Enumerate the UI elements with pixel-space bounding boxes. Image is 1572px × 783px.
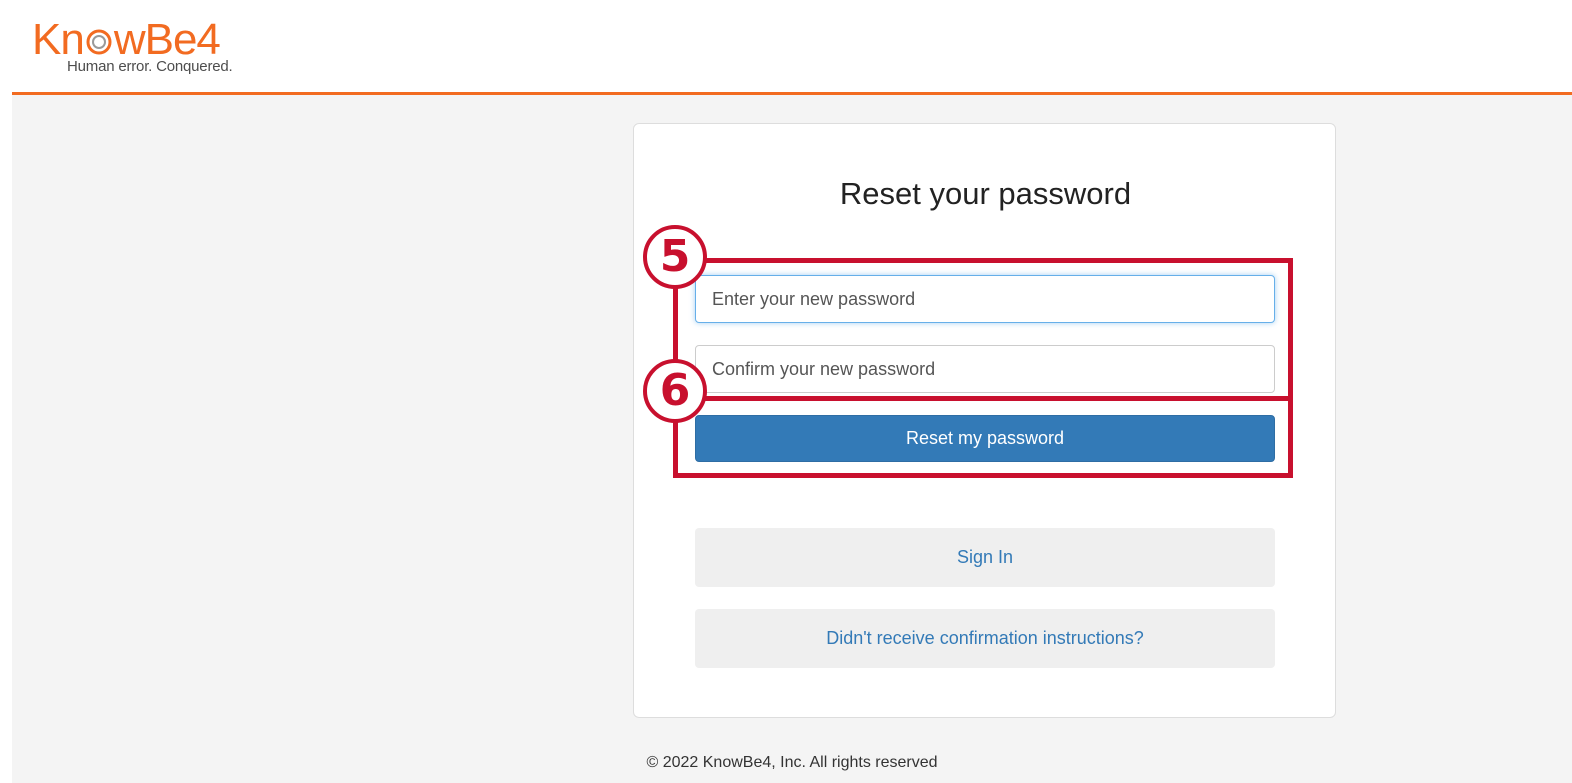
confirmation-instructions-link[interactable]: Didn't receive confirmation instructions… <box>695 609 1275 668</box>
left-edge <box>0 0 12 783</box>
logo-tagline: Human error. Conquered. <box>67 58 233 75</box>
logo-o-icon <box>84 16 114 55</box>
annotation-box-6 <box>673 396 1293 478</box>
annotation-badge-5: 5 <box>643 225 707 289</box>
annotation-box-5 <box>673 258 1293 401</box>
page-title: Reset your password <box>839 176 1132 211</box>
copyright-footer: © 2022 KnowBe4, Inc. All rights reserved <box>646 754 938 771</box>
sign-in-link[interactable]: Sign In <box>695 528 1275 587</box>
annotation-badge-6: 6 <box>643 359 707 423</box>
header: Kn wBe4 Human error. Conquered. <box>12 0 1572 95</box>
knowbe4-logo[interactable]: Kn wBe4 Human error. Conquered. <box>32 14 262 84</box>
